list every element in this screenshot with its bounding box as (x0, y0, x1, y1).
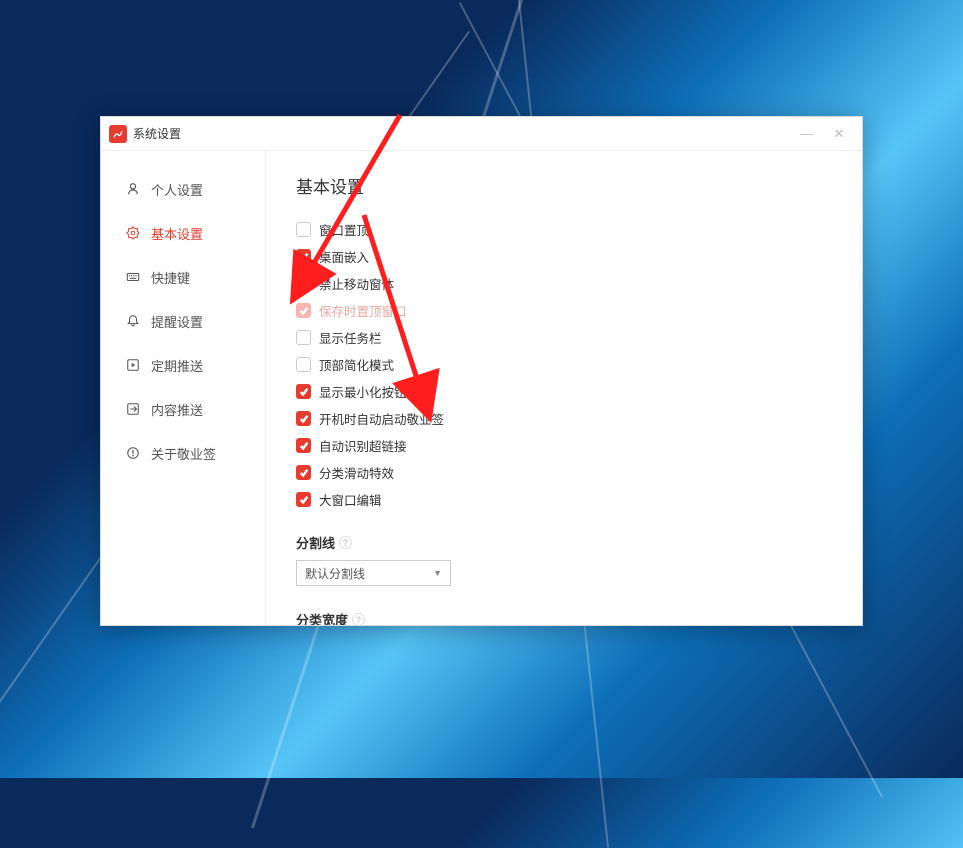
checkbox[interactable] (296, 330, 311, 345)
content-heading: 基本设置 (296, 173, 832, 198)
divider-select[interactable]: 默认分割线 ▼ (296, 560, 451, 586)
checkbox[interactable] (296, 411, 311, 426)
option-lock-move[interactable]: 禁止移动窗体 (296, 274, 832, 293)
chevron-down-icon: ▼ (433, 568, 442, 578)
checkbox[interactable] (296, 249, 311, 264)
checkbox[interactable] (296, 384, 311, 399)
sidebar-item-personal[interactable]: 个人设置 (101, 167, 265, 211)
option-window-top[interactable]: 窗口置顶 (296, 220, 832, 239)
sidebar-item-label: 关于敬业签 (151, 444, 216, 463)
option-label: 大窗口编辑 (319, 490, 382, 509)
checkbox (296, 303, 311, 318)
sidebar: 个人设置 基本设置 快捷键 提醒设置 (101, 151, 266, 625)
person-icon (125, 182, 141, 196)
checkbox[interactable] (296, 276, 311, 291)
help-icon[interactable]: ? (339, 536, 352, 549)
option-label: 显示任务栏 (319, 328, 382, 347)
sidebar-item-label: 定期推送 (151, 356, 203, 375)
option-category-slide[interactable]: 分类滑动特效 (296, 463, 832, 482)
option-save-top: 保存时置顶窗口 (296, 301, 832, 320)
option-label: 分类滑动特效 (319, 463, 394, 482)
option-desktop-embed[interactable]: 桌面嵌入 (296, 247, 832, 266)
sidebar-item-shortcuts[interactable]: 快捷键 (101, 255, 265, 299)
info-icon (125, 446, 141, 460)
option-label: 禁止移动窗体 (319, 274, 394, 293)
sidebar-item-label: 内容推送 (151, 400, 203, 419)
minimize-button[interactable]: — (798, 126, 816, 142)
option-label: 桌面嵌入 (319, 247, 369, 266)
sidebar-item-basic[interactable]: 基本设置 (101, 211, 265, 255)
checkbox[interactable] (296, 357, 311, 372)
sidebar-item-reminder[interactable]: 提醒设置 (101, 299, 265, 343)
settings-window: 系统设置 — ✕ 个人设置 基本设置 快 (100, 116, 863, 626)
option-label: 开机时自动启动敬业签 (319, 409, 444, 428)
divider-section-label: 分割线 ? (296, 533, 832, 552)
option-auto-link[interactable]: 自动识别超链接 (296, 436, 832, 455)
option-label: 顶部简化模式 (319, 355, 394, 374)
checkbox[interactable] (296, 222, 311, 237)
sidebar-item-label: 快捷键 (151, 268, 190, 287)
checkbox[interactable] (296, 438, 311, 453)
sidebar-item-about[interactable]: 关于敬业签 (101, 431, 265, 475)
titlebar: 系统设置 — ✕ (101, 117, 862, 151)
option-top-simple[interactable]: 顶部简化模式 (296, 355, 832, 374)
sidebar-item-label: 个人设置 (151, 180, 203, 199)
option-show-minimize[interactable]: 显示最小化按钮 (296, 382, 832, 401)
checkbox[interactable] (296, 492, 311, 507)
option-label: 自动识别超链接 (319, 436, 407, 455)
bell-icon (125, 314, 141, 328)
doc-forward-icon (125, 402, 141, 416)
content-panel: 基本设置 窗口置顶 桌面嵌入 禁止移动窗体 保存时置顶窗口 (266, 151, 862, 625)
sidebar-item-content-push[interactable]: 内容推送 (101, 387, 265, 431)
sidebar-item-label: 提醒设置 (151, 312, 203, 331)
options-list: 窗口置顶 桌面嵌入 禁止移动窗体 保存时置顶窗口 显示任务栏 (296, 220, 832, 509)
option-autostart[interactable]: 开机时自动启动敬业签 (296, 409, 832, 428)
option-show-taskbar[interactable]: 显示任务栏 (296, 328, 832, 347)
app-icon (109, 125, 127, 143)
sidebar-item-label: 基本设置 (151, 224, 203, 243)
option-label: 保存时置顶窗口 (319, 301, 407, 320)
window-body: 个人设置 基本设置 快捷键 提醒设置 (101, 151, 862, 625)
option-big-edit[interactable]: 大窗口编辑 (296, 490, 832, 509)
close-button[interactable]: ✕ (830, 126, 848, 142)
gear-icon (125, 226, 141, 240)
window-title: 系统设置 (133, 125, 181, 142)
checkbox[interactable] (296, 465, 311, 480)
clock-forward-icon (125, 358, 141, 372)
keyboard-icon (125, 270, 141, 284)
help-icon[interactable]: ? (352, 613, 365, 625)
sidebar-item-scheduled-push[interactable]: 定期推送 (101, 343, 265, 387)
window-controls: — ✕ (798, 126, 854, 142)
width-section-label: 分类宽度 ? (296, 610, 832, 625)
select-value: 默认分割线 (305, 565, 365, 582)
option-label: 显示最小化按钮 (319, 382, 407, 401)
option-label: 窗口置顶 (319, 220, 369, 239)
